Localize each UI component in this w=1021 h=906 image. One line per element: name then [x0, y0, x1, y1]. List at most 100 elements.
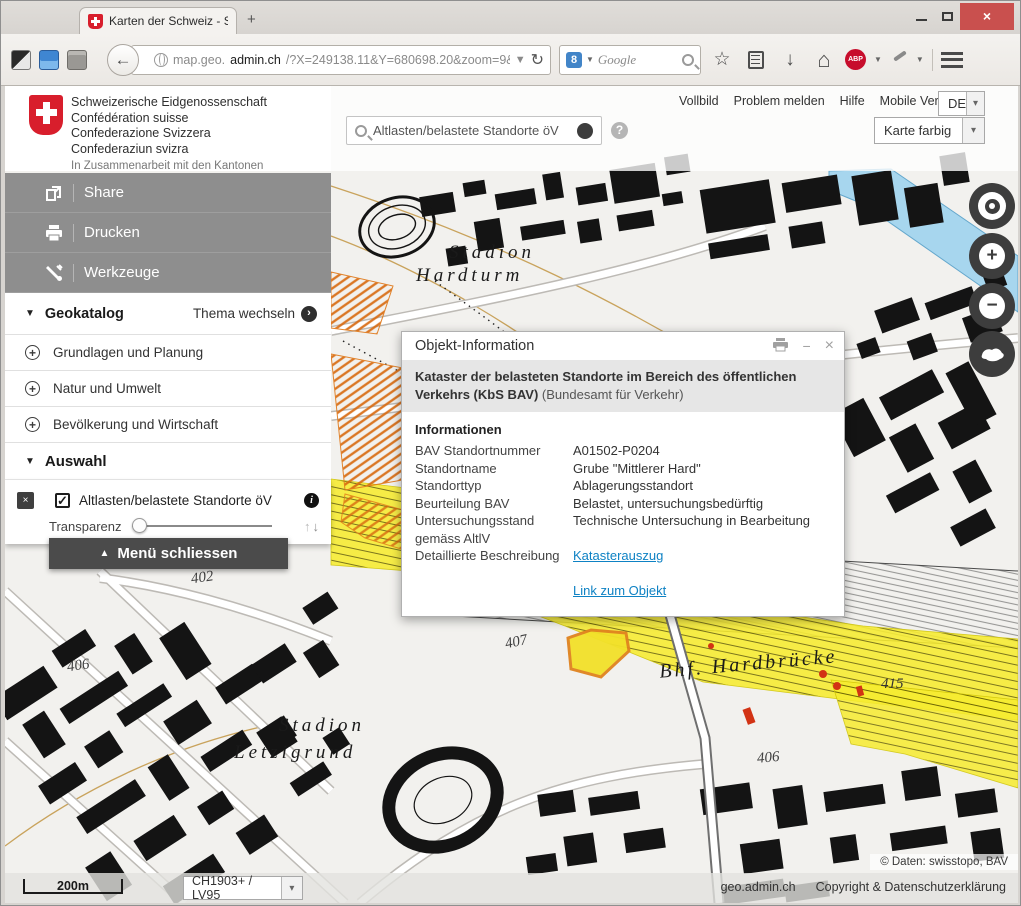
extension-icon-3[interactable] — [67, 50, 87, 70]
popup-body: Informationen BAV Standortnummer A01502-P… — [402, 412, 844, 616]
informationen-heading: Informationen — [415, 422, 831, 437]
extension-icon-2[interactable] — [39, 50, 59, 70]
category-natur-umwelt[interactable]: + Natur und Umwelt — [5, 371, 331, 407]
window-maximize-button[interactable] — [934, 3, 960, 29]
browser-tab[interactable]: Karten der Schweiz - Schweize... — [79, 7, 237, 34]
search-help-icon[interactable]: ? — [611, 122, 628, 139]
language-select[interactable]: DE ▾ — [938, 91, 985, 116]
reload-button[interactable]: ↻ — [531, 50, 544, 70]
link-vollbild[interactable]: Vollbild — [679, 94, 719, 108]
category-label: Natur und Umwelt — [53, 381, 161, 396]
katasterauszug-link[interactable]: Katasterauszug — [573, 548, 663, 563]
map-search-box[interactable] — [346, 116, 602, 145]
chevron-down-icon: ▾ — [962, 118, 984, 143]
page-content: Stadion Hardturm Bhf. Hardbrücke Stadion… — [5, 86, 1018, 903]
back-button[interactable]: ← — [107, 44, 139, 76]
map-style-select[interactable]: Karte farbig ▾ — [874, 117, 985, 144]
popup-close-icon[interactable]: × — [825, 337, 834, 355]
title-bar: Karten der Schweiz - Schweize... + × — [1, 1, 1020, 34]
bookmarks-menu-icon[interactable] — [748, 51, 764, 69]
swiss-shield-favicon — [88, 14, 103, 29]
printer-icon — [773, 338, 788, 352]
info-value: Grube "Mittlerer Hard" — [573, 460, 831, 478]
label-402: 402 — [190, 568, 215, 587]
chevron-down-icon: ▾ — [966, 92, 984, 115]
transparency-slider[interactable] — [132, 518, 272, 534]
layer-info-icon[interactable]: i — [304, 493, 319, 508]
info-value: Belastet, untersuchungsbedürftig — [573, 495, 831, 513]
close-menu-label: Menü schliessen — [117, 545, 237, 562]
new-tab-button[interactable]: + — [247, 11, 256, 28]
adblock-dropdown-icon[interactable]: ▼ — [874, 55, 882, 64]
tool-dropdown-icon[interactable]: ▼ — [916, 55, 924, 64]
theme-switch-link[interactable]: Thema wechseln › — [193, 306, 317, 322]
zoom-to-switzerland-button[interactable] — [969, 331, 1015, 377]
browser-search-bar[interactable]: 8 ▼ Google — [559, 45, 701, 75]
sidebar-item-drucken[interactable]: Drucken — [5, 213, 331, 253]
google-engine-icon[interactable]: 8 — [566, 52, 582, 68]
footer-bar: 200m CH1903+ / LV95 ▾ geo.admin.ch Copyr… — [5, 873, 1018, 903]
link-problem-melden[interactable]: Problem melden — [734, 94, 825, 108]
info-value: A01502-P0204 — [573, 442, 831, 460]
close-menu-button[interactable]: ▲ Menü schliessen — [49, 538, 288, 569]
footer-link-domain[interactable]: geo.admin.ch — [721, 880, 796, 894]
remove-layer-button[interactable]: × — [17, 492, 34, 509]
adblock-icon[interactable]: ABP — [845, 49, 866, 70]
browser-window: Karten der Schweiz - Schweize... + × ← m… — [0, 0, 1021, 906]
org-line-it: Confederazione Svizzera — [71, 126, 267, 142]
search-icon — [355, 125, 367, 137]
engine-dropdown-icon[interactable]: ▼ — [586, 55, 594, 64]
map-attribution[interactable]: © Daten: swisstopo, BAV — [870, 854, 1018, 870]
info-key: Beurteilung BAV — [415, 495, 563, 513]
downloads-icon[interactable]: ↓ — [777, 49, 803, 71]
window-minimize-button[interactable] — [908, 3, 934, 29]
share-label: Share — [84, 184, 124, 201]
home-icon[interactable]: ⌂ — [811, 47, 837, 73]
clear-search-icon[interactable] — [577, 123, 593, 139]
link-zum-objekt[interactable]: Link zum Objekt — [573, 583, 666, 598]
layer-checkbox[interactable]: ✓ — [55, 493, 70, 508]
info-key: BAV Standortnummer — [415, 442, 563, 460]
popup-minimize-icon[interactable]: − — [802, 338, 810, 354]
extension-icon-1[interactable] — [11, 50, 31, 70]
search-input[interactable] — [373, 123, 571, 138]
popup-print-icon[interactable] — [773, 338, 788, 355]
site-globe-icon — [154, 53, 168, 67]
org-line-rm: Confederaziun svizra — [71, 142, 267, 158]
zoom-out-button[interactable]: − — [969, 283, 1015, 329]
crs-select[interactable]: CH1903+ / LV95 ▾ — [183, 876, 303, 900]
zoom-in-button[interactable]: + — [969, 233, 1015, 279]
pencil-tool-icon[interactable] — [890, 51, 908, 69]
bookmark-star-icon[interactable]: ☆ — [709, 48, 735, 71]
url-bar[interactable]: map.geo.admin.ch/?X=249138.11&Y=680698.2… — [131, 45, 551, 75]
footer-link-copyright[interactable]: Copyright & Datenschutzerklärung — [816, 880, 1006, 894]
label-stadion-hardturm-1: Stadion — [449, 242, 535, 263]
drucken-label: Drucken — [84, 224, 140, 241]
slider-knob[interactable] — [132, 518, 147, 533]
window-close-button[interactable]: × — [960, 3, 1014, 30]
url-dropdown-icon[interactable]: ▼ — [515, 54, 526, 66]
info-key: Detaillierte Beschreibung — [415, 547, 563, 565]
category-bevoelkerung[interactable]: + Bevölkerung und Wirtschaft — [5, 407, 331, 443]
active-layer-panel: × ✓ Altlasten/belastete Standorte öV i T… — [5, 480, 331, 544]
info-key: Untersuchungsstand gemäss AltlV — [415, 512, 563, 547]
label-stadion-hardturm-2: Hardturm — [415, 265, 523, 286]
sidebar-item-werkzeuge[interactable]: Werkzeuge — [5, 253, 331, 293]
link-hilfe[interactable]: Hilfe — [840, 94, 865, 108]
sidebar: Share Drucken Werkzeuge ▼ Geokatalog The… — [5, 173, 331, 544]
url-subdomain: map.geo. — [173, 53, 225, 67]
auswahl-header[interactable]: ▼ Auswahl — [5, 443, 331, 480]
move-layer-down-icon[interactable]: ↓ — [313, 519, 320, 534]
category-grundlagen[interactable]: + Grundlagen und Planung — [5, 335, 331, 371]
search-engine-name: Google — [598, 52, 678, 68]
layer-label: Altlasten/belastete Standorte öV — [79, 493, 295, 508]
theme-switch-label: Thema wechseln — [193, 306, 295, 321]
move-layer-up-icon[interactable]: ↑ — [304, 519, 311, 534]
geokatalog-header[interactable]: ▼ Geokatalog Thema wechseln › — [5, 293, 331, 335]
geokatalog-label: Geokatalog — [45, 306, 124, 322]
menu-hamburger-icon[interactable] — [941, 52, 963, 68]
search-go-icon[interactable] — [682, 54, 694, 66]
navigation-toolbar: ← map.geo.admin.ch/?X=249138.11&Y=680698… — [1, 34, 1020, 86]
sidebar-item-share[interactable]: Share — [5, 173, 331, 213]
locate-me-button[interactable] — [969, 183, 1015, 229]
